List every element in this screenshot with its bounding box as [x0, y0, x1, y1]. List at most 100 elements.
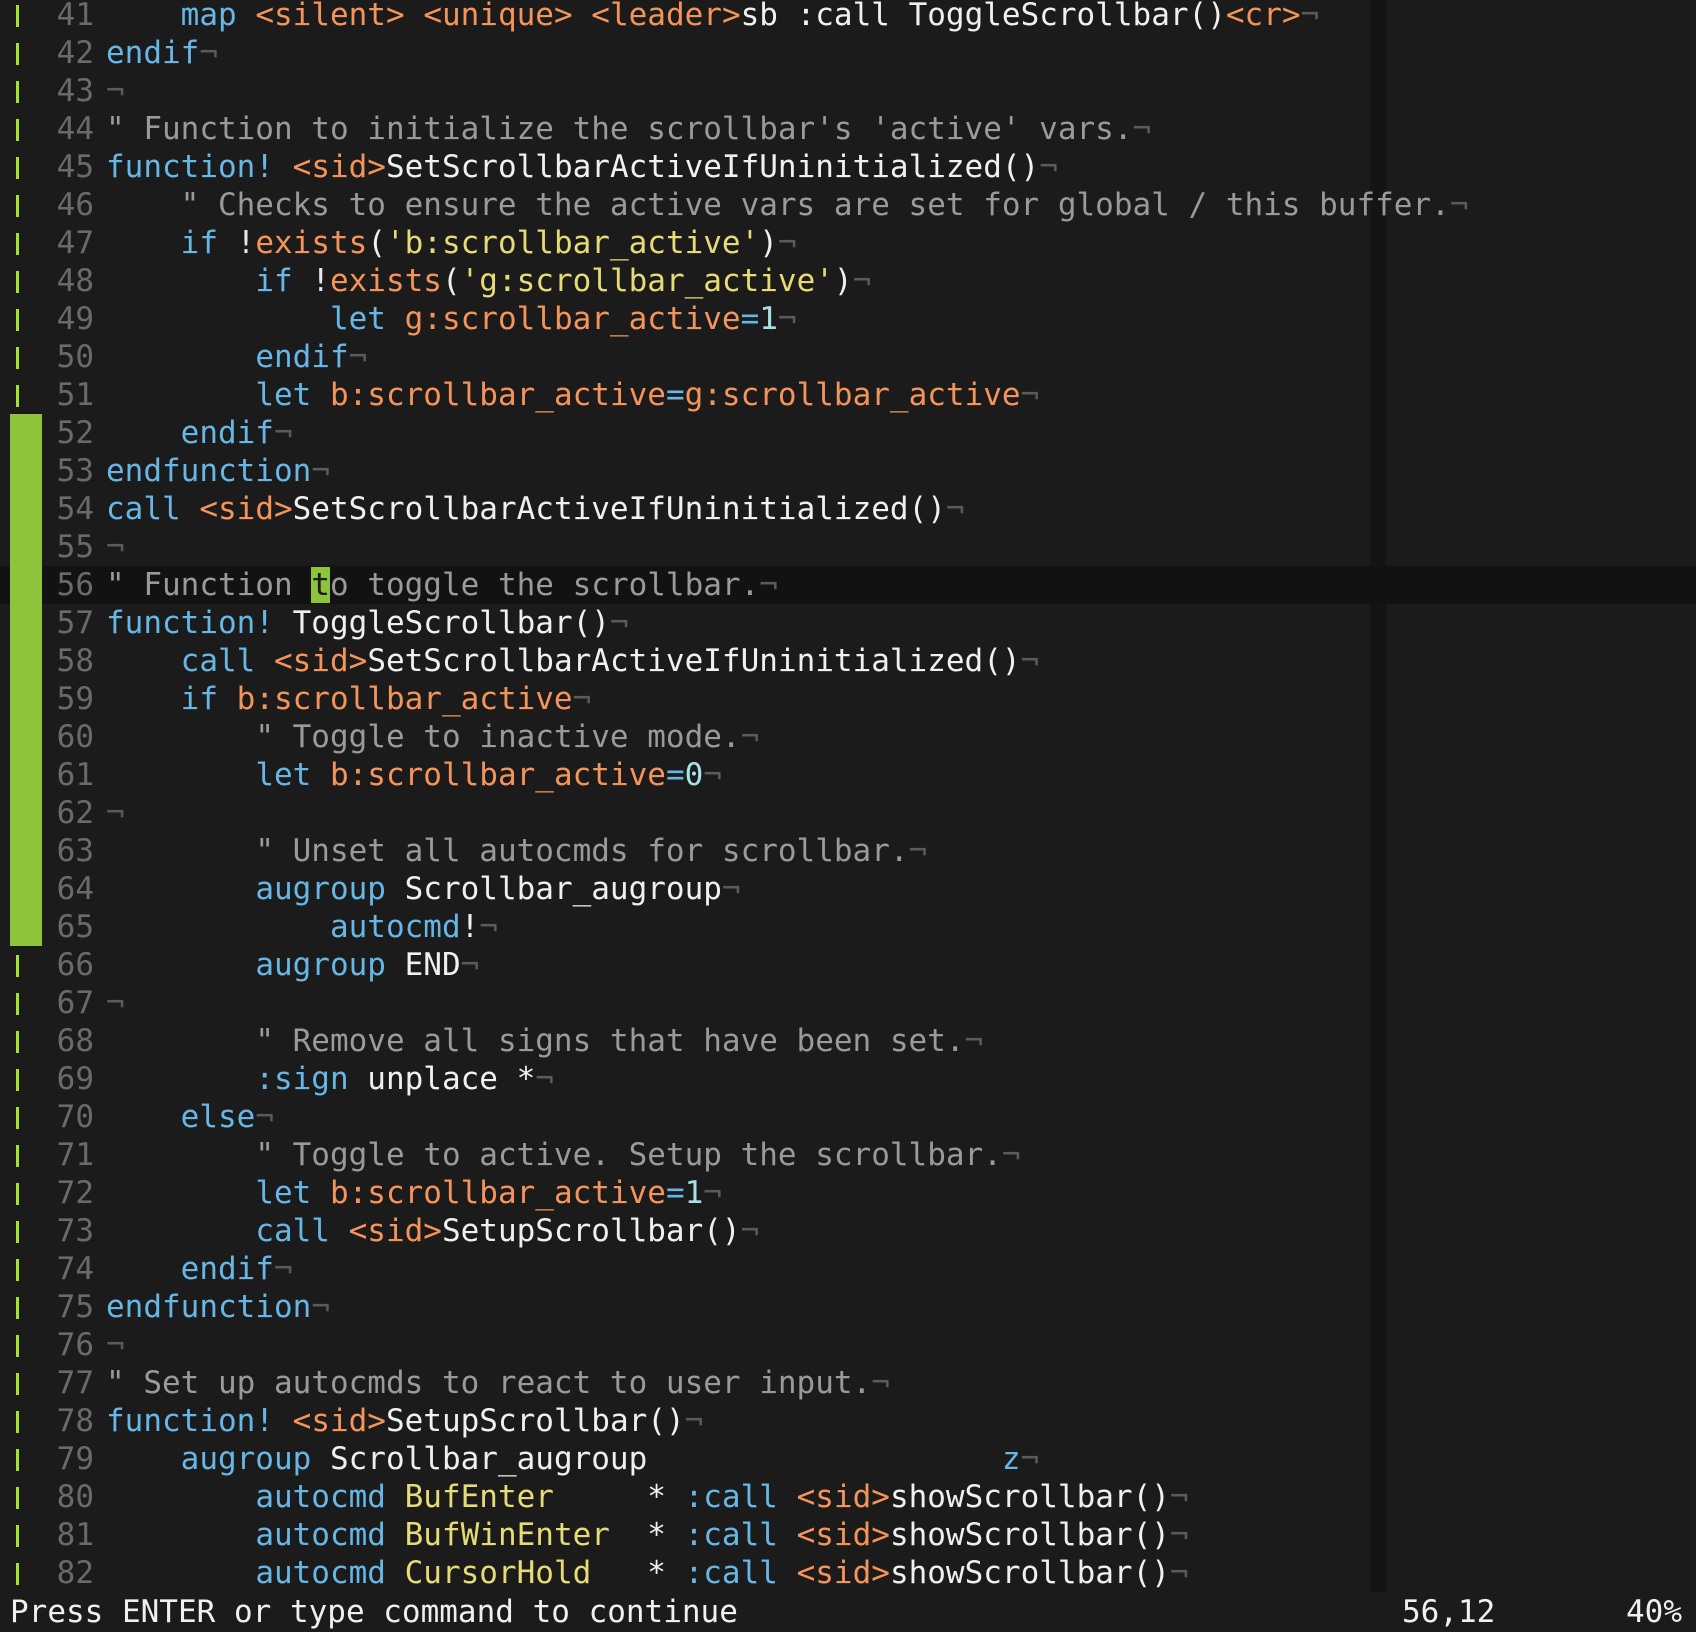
line-text: function! <sid>SetupScrollbar()¬	[106, 1402, 703, 1440]
line-number: 80	[56, 1479, 94, 1515]
code-token: ¬	[703, 1175, 722, 1211]
code-token: let	[255, 377, 312, 413]
code-line[interactable]: 70 else¬	[0, 1098, 1696, 1136]
code-line[interactable]: 59 if b:scrollbar_active¬	[0, 680, 1696, 718]
code-line[interactable]: 50 endif¬	[0, 338, 1696, 376]
code-line[interactable]: 57 function! ToggleScrollbar()¬	[0, 604, 1696, 642]
command-line[interactable]: Press ENTER or type command to continue …	[0, 1592, 1696, 1632]
code-line[interactable]: 75 endfunction¬	[0, 1288, 1696, 1326]
code-line[interactable]: 71 " Toggle to active. Setup the scrollb…	[0, 1136, 1696, 1174]
line-number: 79	[56, 1441, 94, 1477]
sign-tick-icon	[16, 1411, 19, 1433]
code-token: let	[255, 1175, 312, 1211]
line-text: let b:scrollbar_active=1¬	[106, 1174, 722, 1212]
line-text: endif¬	[106, 34, 218, 72]
code-token: )	[833, 263, 853, 299]
code-line[interactable]: 61 let b:scrollbar_active=0¬	[0, 756, 1696, 794]
code-line[interactable]: 42 endif¬	[0, 34, 1696, 72]
code-token: ¬	[871, 1365, 890, 1401]
code-token: endif	[255, 339, 349, 375]
line-number: 65	[56, 909, 94, 945]
code-line[interactable]: 73 call <sid>SetupScrollbar()¬	[0, 1212, 1696, 1250]
code-line[interactable]: 63 " Unset all autocmds for scrollbar.¬	[0, 832, 1696, 870]
code-line[interactable]: 74 endif¬	[0, 1250, 1696, 1288]
code-token: endfunction	[106, 453, 312, 489]
code-token: z	[1001, 1441, 1021, 1477]
git-line-sign	[10, 1288, 42, 1326]
code-token: autocmd	[255, 1517, 386, 1553]
sign-tick-icon	[16, 271, 19, 293]
code-line[interactable]: 68 " Remove all signs that have been set…	[0, 1022, 1696, 1060]
line-text: let b:scrollbar_active=g:scrollbar_activ…	[106, 376, 1039, 414]
line-text: autocmd!¬	[106, 908, 498, 946]
code-line[interactable]: 52 endif¬	[0, 414, 1696, 452]
code-line[interactable]: 43 ¬	[0, 72, 1696, 110]
code-line[interactable]: 51 let b:scrollbar_active=g:scrollbar_ac…	[0, 376, 1696, 414]
code-token: ¬	[255, 1099, 274, 1135]
git-line-sign	[10, 224, 42, 262]
code-token: autocmd	[329, 909, 461, 945]
code-token: =	[740, 301, 760, 337]
code-line[interactable]: 72 let b:scrollbar_active=1¬	[0, 1174, 1696, 1212]
code-token: ¬	[964, 1023, 984, 1059]
code-line[interactable]: 47 if !exists('b:scrollbar_active')¬	[0, 224, 1696, 262]
line-text: endif¬	[106, 414, 293, 452]
code-line[interactable]: 62 ¬	[0, 794, 1696, 832]
code-line[interactable]: 49 let g:scrollbar_active=1¬	[0, 300, 1696, 338]
code-line[interactable]: 45 function! <sid>SetScrollbarActiveIfUni…	[0, 148, 1696, 186]
code-token: ¬	[777, 225, 797, 261]
git-line-sign	[10, 1364, 42, 1402]
git-line-sign	[10, 0, 42, 34]
line-number: 59	[56, 681, 94, 717]
code-line[interactable]: 79 augroup Scrollbar_augroup z¬	[0, 1440, 1696, 1478]
line-text: " Function to toggle the scrollbar.¬	[106, 566, 778, 604]
code-line[interactable]: 77 " Set up autocmds to react to user inp…	[0, 1364, 1696, 1402]
line-text: autocmd CursorHold * :call <sid>showScro…	[106, 1554, 1188, 1592]
line-number: 42	[56, 35, 94, 71]
code-line[interactable]: 66 augroup END¬	[0, 946, 1696, 984]
code-line[interactable]: 53 endfunction¬	[0, 452, 1696, 490]
git-line-sign	[10, 1136, 42, 1174]
code-line[interactable]: 41 map <silent> <unique> <leader>sb :cal…	[0, 0, 1696, 34]
code-line[interactable]: 48 if !exists('g:scrollbar_active')¬	[0, 262, 1696, 300]
git-line-sign	[10, 1516, 42, 1554]
code-line[interactable]: 58 call <sid>SetScrollbarActiveIfUniniti…	[0, 642, 1696, 680]
code-line[interactable]: 56 " Function to toggle the scrollbar.¬	[0, 566, 1696, 604]
code-token: let	[255, 757, 312, 793]
git-change-sign	[10, 870, 42, 908]
code-line[interactable]: 54 call <sid>SetScrollbarActiveIfUninitia…	[0, 490, 1696, 528]
code-line[interactable]: 64 augroup Scrollbar_augroup¬	[0, 870, 1696, 908]
line-number: 76	[56, 1327, 94, 1363]
code-line[interactable]: 69 :sign unplace *¬	[0, 1060, 1696, 1098]
code-line[interactable]: 60 " Toggle to inactive mode.¬	[0, 718, 1696, 756]
code-token: ¬	[1020, 1441, 1040, 1477]
code-line[interactable]: 46 " Checks to ensure the active vars ar…	[0, 186, 1696, 224]
code-line[interactable]: 82 autocmd CursorHold * :call <sid>showS…	[0, 1554, 1696, 1592]
code-line[interactable]: 65 autocmd!¬	[0, 908, 1696, 946]
code-line[interactable]: 44 " Function to initialize the scrollbar…	[0, 110, 1696, 148]
code-token: showScrollbar()	[889, 1555, 1170, 1591]
code-line[interactable]: 78 function! <sid>SetupScrollbar()¬	[0, 1402, 1696, 1440]
code-line[interactable]: 80 autocmd BufEnter * :call <sid>showScr…	[0, 1478, 1696, 1516]
editor-pane[interactable]: 41 map <silent> <unique> <leader>sb :cal…	[0, 0, 1696, 1592]
code-token: showScrollbar()	[889, 1517, 1170, 1553]
code-token: function!	[106, 1403, 274, 1439]
code-token: ¬	[777, 301, 797, 337]
code-line[interactable]: 55 ¬	[0, 528, 1696, 566]
text-cursor: t	[311, 567, 330, 603]
line-number: 46	[56, 187, 94, 223]
code-line[interactable]: 81 autocmd BufWinEnter * :call <sid>show…	[0, 1516, 1696, 1554]
code-token: 'g:scrollbar_active'	[460, 263, 834, 299]
git-line-sign	[10, 1554, 42, 1592]
code-line[interactable]: 67 ¬	[0, 984, 1696, 1022]
code-line[interactable]: 76 ¬	[0, 1326, 1696, 1364]
